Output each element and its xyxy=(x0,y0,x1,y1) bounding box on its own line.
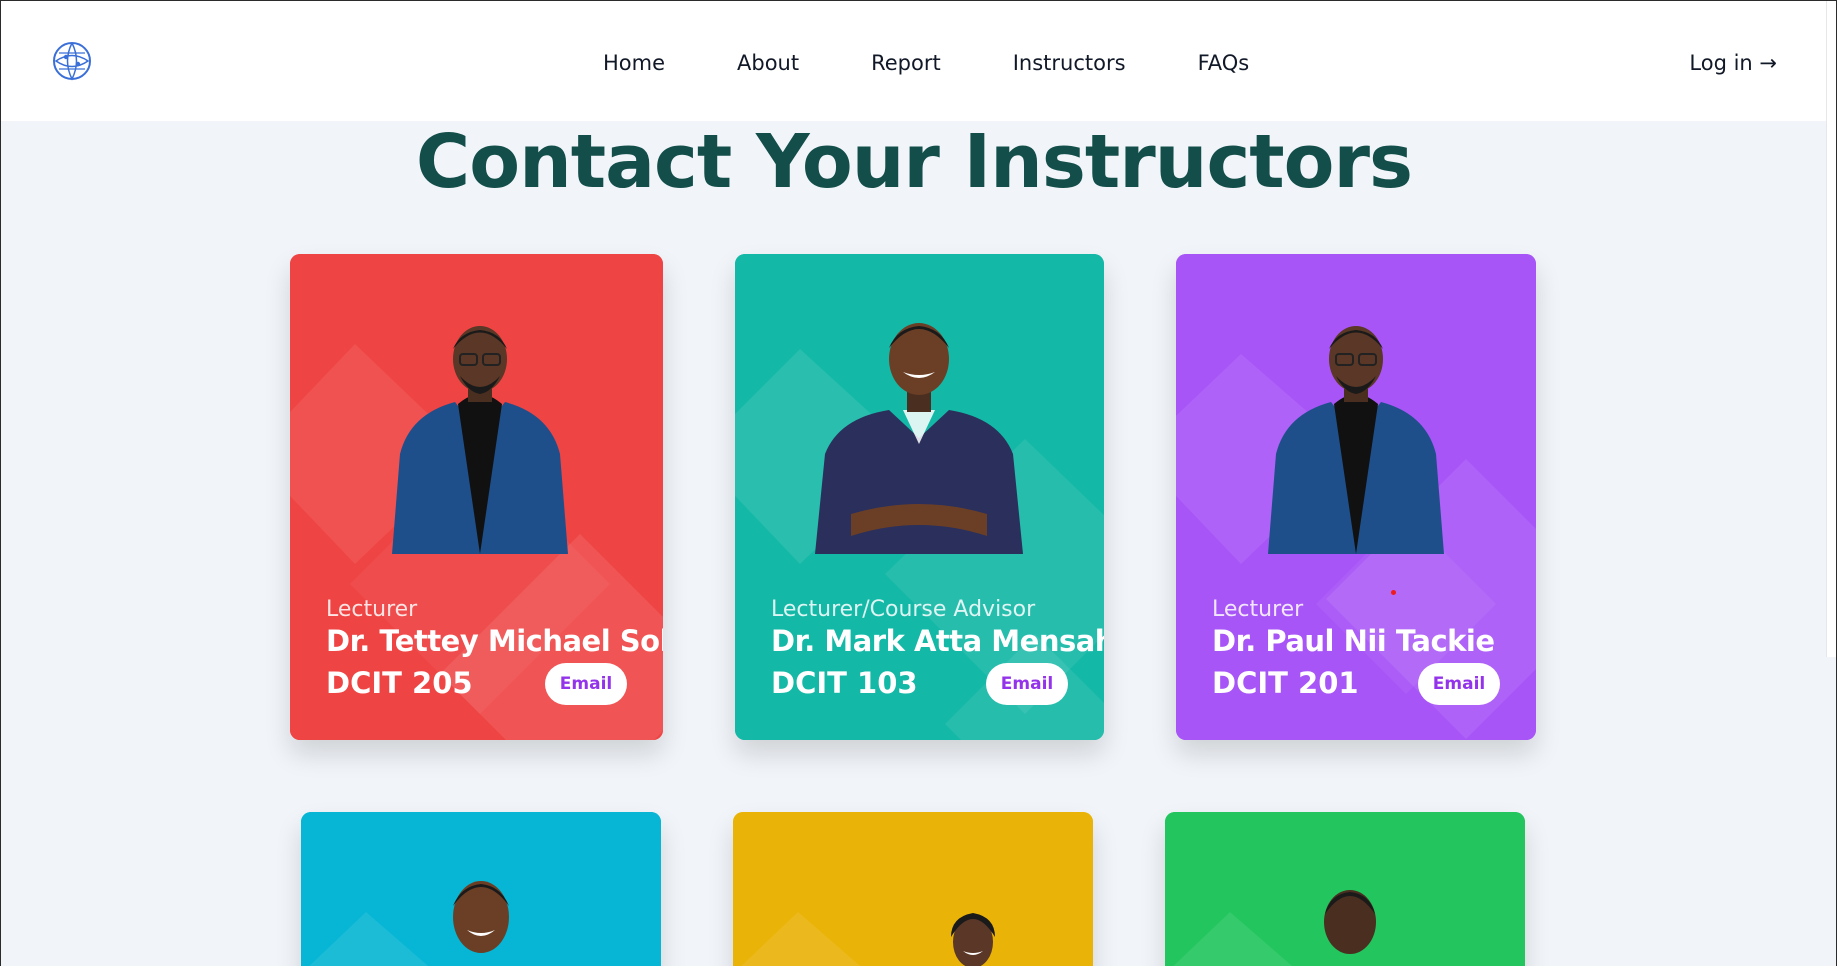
nav-report-link[interactable]: Report xyxy=(871,49,941,77)
instructor-role: Lecturer xyxy=(326,597,418,622)
course-code: DCIT 205 xyxy=(326,666,473,700)
page-title: Contact Your Instructors xyxy=(415,119,1413,205)
nav-about-link[interactable]: About xyxy=(737,49,799,77)
scrollbar-thumb[interactable] xyxy=(1826,1,1836,657)
instructor-name: Dr. Tettey Michael Soli xyxy=(326,624,663,658)
instructor-role: Lecturer xyxy=(1212,597,1304,622)
instructor-card-4 xyxy=(301,812,661,966)
top-navbar: Home About Report Instructors FAQs Log i… xyxy=(1,1,1827,121)
email-button[interactable]: Email xyxy=(545,663,627,705)
instructor-card-5 xyxy=(733,812,1093,966)
email-button[interactable]: Email xyxy=(1418,663,1500,705)
nav-faqs-link[interactable]: FAQs xyxy=(1198,49,1250,77)
instructor-photo xyxy=(1324,890,1376,954)
nav-links: Home About Report Instructors FAQs xyxy=(603,49,1321,77)
instructor-name: Dr. Mark Atta Mensah xyxy=(771,624,1104,658)
nav-home-link[interactable]: Home xyxy=(603,49,665,77)
scrollbar-track[interactable] xyxy=(1826,1,1836,966)
instructor-card-2: Lecturer/Course Advisor Dr. Mark Atta Me… xyxy=(735,254,1104,740)
instructor-photo xyxy=(1268,326,1444,554)
instructor-card-6 xyxy=(1165,812,1525,966)
card-background-pattern xyxy=(733,812,1093,966)
instructor-photo xyxy=(815,323,1023,554)
globe-logo-icon[interactable] xyxy=(51,40,93,82)
nav-instructors-link[interactable]: Instructors xyxy=(1013,49,1126,77)
instructor-name: Dr. Paul Nii Tackie xyxy=(1212,624,1495,658)
instructor-role: Lecturer/Course Advisor xyxy=(771,597,1036,622)
email-button[interactable]: Email xyxy=(986,663,1068,705)
instructor-photo xyxy=(392,326,568,554)
instructor-photo xyxy=(951,913,995,966)
course-code: DCIT 201 xyxy=(1212,666,1359,700)
instructor-card-3: Lecturer Dr. Paul Nii Tackie DCIT 201 Em… xyxy=(1176,254,1536,740)
browser-viewport: Home About Report Instructors FAQs Log i… xyxy=(0,0,1837,966)
cursor-dot xyxy=(1391,590,1396,595)
course-code: DCIT 103 xyxy=(771,666,918,700)
login-link[interactable]: Log in → xyxy=(1689,49,1777,77)
instructor-photo xyxy=(453,881,509,953)
instructor-card-1: Lecturer Dr. Tettey Michael Soli DCIT 20… xyxy=(290,254,663,740)
